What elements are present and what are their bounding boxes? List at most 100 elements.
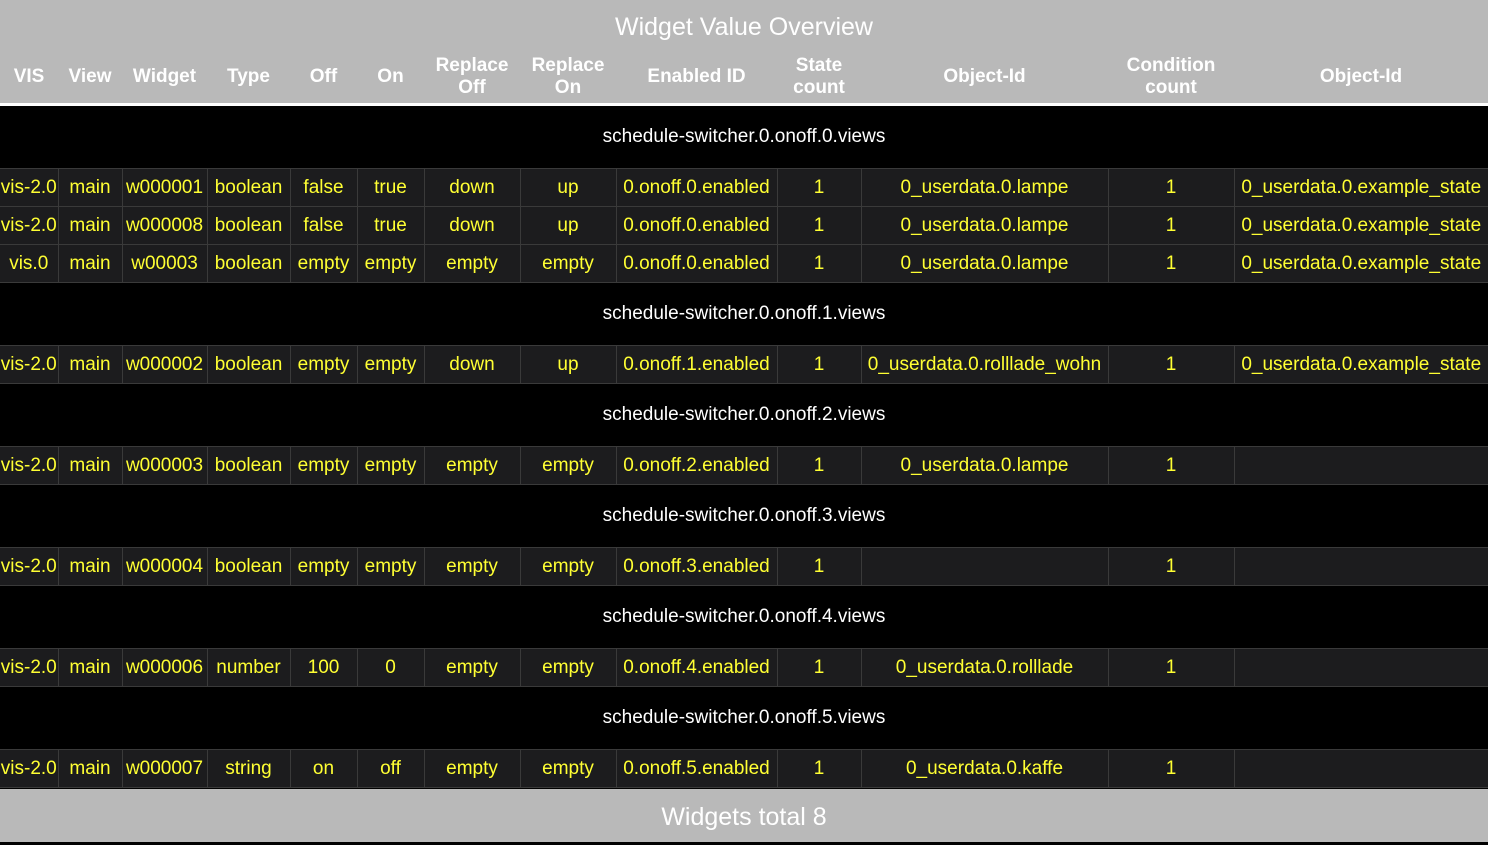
cell-state-count: 1	[777, 244, 862, 283]
cell-object-id: 0_userdata.0.lampe	[861, 168, 1109, 207]
cell-replace-off: empty	[424, 648, 521, 687]
cell-replace-on: up	[520, 168, 617, 207]
cell-replace-on: up	[520, 345, 617, 384]
cell-condition-object-id: 0_userdata.0.example_state	[1234, 168, 1488, 207]
cell-vis: vis-2.0	[0, 206, 59, 245]
col-header-view: View	[58, 50, 122, 106]
cell-enabled-id: 0.onoff.2.enabled	[616, 446, 778, 485]
cell-off: false	[290, 206, 358, 245]
cell-replace-on: empty	[520, 749, 617, 788]
cell-state-count: 1	[777, 648, 862, 687]
cell-state-count: 1	[777, 206, 862, 245]
widgets-total-footer: Widgets total 8	[0, 789, 1488, 842]
cell-object-id: 0_userdata.0.rolllade	[861, 648, 1109, 687]
cell-state-count: 1	[777, 749, 862, 788]
cell-replace-on: up	[520, 206, 617, 245]
cell-replace-off: empty	[424, 446, 521, 485]
cell-replace-on: empty	[520, 446, 617, 485]
cell-view: main	[58, 446, 123, 485]
cell-condition-count: 1	[1108, 648, 1235, 687]
table-body: schedule-switcher.0.onoff.0.views vis-2.0…	[0, 104, 1488, 788]
cell-replace-off: empty	[424, 547, 521, 586]
group-header-row: schedule-switcher.0.onoff.3.views	[0, 484, 1488, 548]
table-row: vis.0 main w00003 boolean empty empty empty emp…	[0, 244, 1488, 283]
cell-condition-object-id: 0_userdata.0.example_state	[1234, 206, 1488, 245]
cell-view: main	[58, 168, 123, 207]
cell-off: empty	[290, 244, 358, 283]
cell-object-id: 0_userdata.0.lampe	[861, 244, 1109, 283]
cell-on: empty	[357, 446, 425, 485]
cell-type: boolean	[207, 446, 291, 485]
cell-widget: w000004	[122, 547, 208, 586]
cell-condition-object-id	[1234, 648, 1488, 687]
col-header-state-count: State count	[777, 50, 861, 106]
page-title: Widget Value Overview	[0, 0, 1488, 50]
cell-condition-count: 1	[1108, 547, 1235, 586]
cell-off: empty	[290, 446, 358, 485]
col-header-off: Off	[290, 50, 357, 106]
table-row: vis-2.0 main w000001 boolean false true down up…	[0, 168, 1488, 207]
cell-enabled-id: 0.onoff.0.enabled	[616, 206, 778, 245]
cell-condition-object-id: 0_userdata.0.example_state	[1234, 345, 1488, 384]
cell-replace-off: empty	[424, 749, 521, 788]
cell-vis: vis.0	[0, 244, 59, 283]
col-header-replace-on: Replace On	[520, 50, 616, 106]
cell-replace-off: empty	[424, 244, 521, 283]
cell-type: boolean	[207, 206, 291, 245]
col-header-condition-object-id: Object-Id	[1234, 50, 1488, 106]
col-header-on: On	[357, 50, 424, 106]
cell-type: string	[207, 749, 291, 788]
cell-on: true	[357, 206, 425, 245]
cell-type: boolean	[207, 244, 291, 283]
cell-on: true	[357, 168, 425, 207]
cell-condition-object-id	[1234, 749, 1488, 788]
cell-on: empty	[357, 345, 425, 384]
cell-condition-count: 1	[1108, 168, 1235, 207]
cell-vis: vis-2.0	[0, 168, 59, 207]
cell-condition-count: 1	[1108, 206, 1235, 245]
col-header-widget: Widget	[122, 50, 207, 106]
cell-widget: w000007	[122, 749, 208, 788]
group-header-row: schedule-switcher.0.onoff.1.views	[0, 282, 1488, 346]
cell-widget: w00003	[122, 244, 208, 283]
cell-type: boolean	[207, 547, 291, 586]
table-row: vis-2.0 main w000006 number 100 0 empty empty 0.…	[0, 648, 1488, 687]
cell-view: main	[58, 345, 123, 384]
cell-object-id	[861, 547, 1109, 586]
cell-state-count: 1	[777, 345, 862, 384]
cell-replace-off: down	[424, 168, 521, 207]
cell-off: false	[290, 168, 358, 207]
group-header-row: schedule-switcher.0.onoff.4.views	[0, 585, 1488, 649]
group-label: schedule-switcher.0.onoff.2.views	[0, 383, 1488, 447]
cell-widget: w000006	[122, 648, 208, 687]
cell-enabled-id: 0.onoff.4.enabled	[616, 648, 778, 687]
col-header-vis: VIS	[0, 50, 58, 106]
widget-overview-window: Widget Value Overview VIS View Widget Ty…	[0, 0, 1488, 842]
cell-condition-object-id: 0_userdata.0.example_state	[1234, 244, 1488, 283]
cell-condition-count: 1	[1108, 345, 1235, 384]
cell-type: number	[207, 648, 291, 687]
cell-replace-off: down	[424, 206, 521, 245]
cell-condition-count: 1	[1108, 446, 1235, 485]
cell-vis: vis-2.0	[0, 345, 59, 384]
cell-state-count: 1	[777, 168, 862, 207]
cell-on: empty	[357, 244, 425, 283]
cell-enabled-id: 0.onoff.0.enabled	[616, 244, 778, 283]
cell-view: main	[58, 206, 123, 245]
cell-condition-object-id	[1234, 547, 1488, 586]
cell-enabled-id: 0.onoff.1.enabled	[616, 345, 778, 384]
cell-replace-off: down	[424, 345, 521, 384]
cell-object-id: 0_userdata.0.lampe	[861, 206, 1109, 245]
group-header-row: schedule-switcher.0.onoff.0.views	[0, 104, 1488, 169]
table-row: vis-2.0 main w000004 boolean empty empty empty…	[0, 547, 1488, 586]
table-row: vis-2.0 main w000002 boolean empty empty down u…	[0, 345, 1488, 384]
table-row: vis-2.0 main w000007 string on off empty empty 0…	[0, 749, 1488, 788]
cell-off: empty	[290, 345, 358, 384]
widget-table: VIS View Widget Type Off On Replace Off …	[0, 50, 1488, 788]
cell-replace-on: empty	[520, 244, 617, 283]
cell-condition-count: 1	[1108, 244, 1235, 283]
cell-off: empty	[290, 547, 358, 586]
group-label: schedule-switcher.0.onoff.4.views	[0, 585, 1488, 649]
col-header-condition-count: Condition count	[1108, 50, 1234, 106]
cell-enabled-id: 0.onoff.3.enabled	[616, 547, 778, 586]
